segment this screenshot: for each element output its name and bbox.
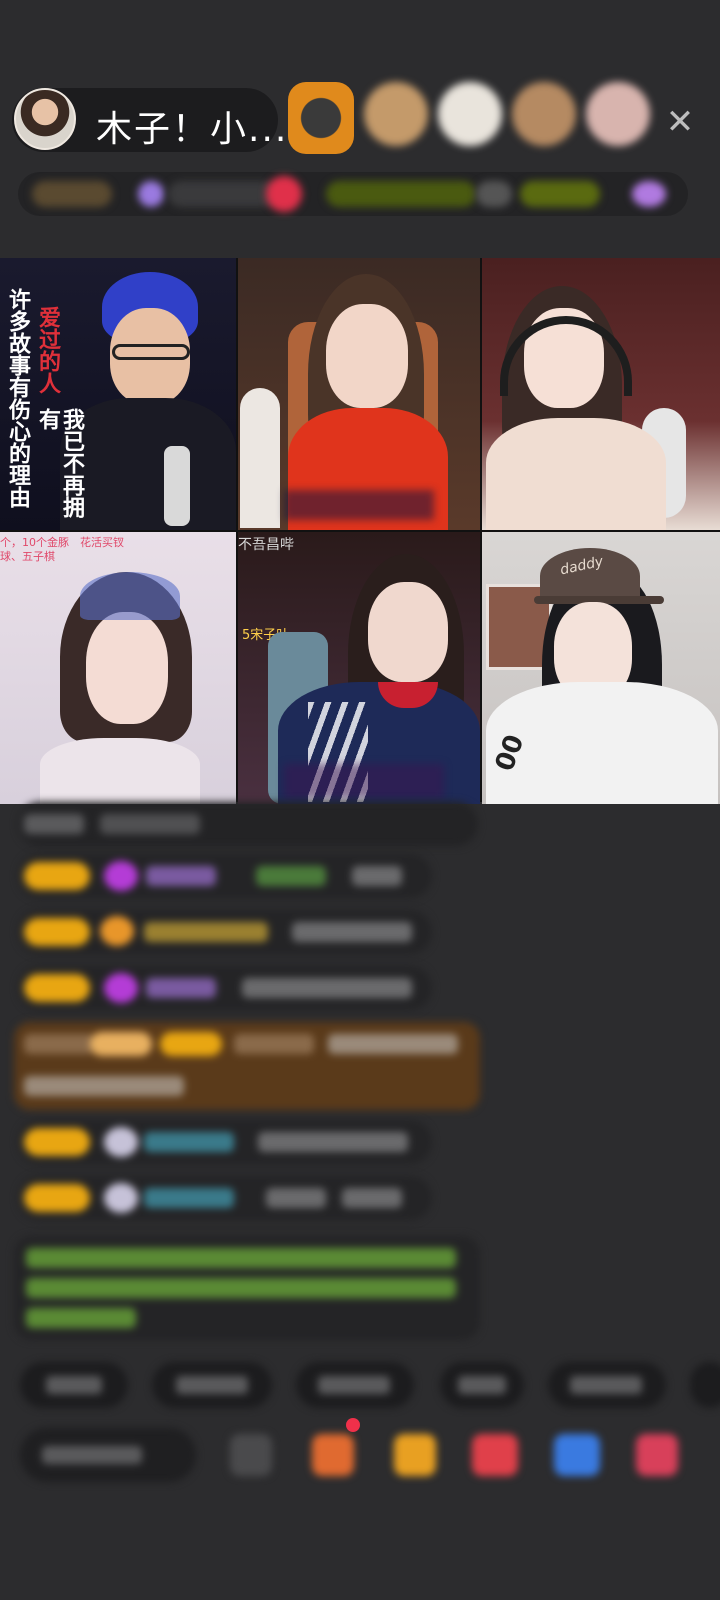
chat-message[interactable] — [18, 1120, 432, 1164]
lyric-line-highlight: 爱过的人 — [35, 306, 61, 394]
chat-message[interactable] — [18, 910, 432, 954]
chat-input[interactable] — [20, 1428, 196, 1482]
fans-club-icon[interactable] — [472, 1434, 518, 1476]
viewer-avatar[interactable] — [288, 82, 354, 154]
more-icon[interactable] — [636, 1434, 678, 1476]
notification-dot — [346, 1418, 360, 1432]
viewer-avatar[interactable] — [586, 82, 650, 146]
overlay-text: 不吾昌哔 — [238, 537, 294, 553]
emoji-icon[interactable] — [230, 1434, 272, 1476]
host-avatar[interactable] — [14, 88, 76, 150]
quick-reply-chip[interactable] — [548, 1362, 666, 1408]
room-tag-bar[interactable] — [18, 172, 688, 216]
game-icon[interactable] — [554, 1434, 600, 1476]
multi-guest-video-grid: 许多故事有伤心的理由 爱过的人 我已不再拥有 个，10个金豚 花活买钗 球、五子… — [0, 258, 720, 804]
chat-message[interactable] — [18, 854, 432, 898]
guest-video-tile[interactable]: 许多故事有伤心的理由 爱过的人 我已不再拥有 — [0, 258, 236, 530]
guest-video-tile[interactable]: 不吾昌哔 5宋子叶 — [238, 532, 480, 804]
chat-message[interactable] — [18, 966, 432, 1010]
quick-reply-chip[interactable] — [20, 1362, 128, 1408]
gift-icon[interactable] — [394, 1434, 436, 1476]
lyric-line: 我已不再拥有 — [35, 408, 85, 518]
viewer-avatar[interactable] — [364, 82, 428, 146]
viewer-list — [288, 82, 650, 158]
system-notice-message — [14, 1236, 480, 1340]
guest-video-tile[interactable]: 个，10个金豚 花活买钗 球、五子棋 — [0, 532, 236, 804]
overlay-text: 球、五子棋 — [0, 550, 55, 563]
viewer-avatar[interactable] — [512, 82, 576, 146]
chat-message[interactable] — [18, 802, 478, 846]
gift-box-icon[interactable] — [312, 1434, 354, 1476]
highlight-message[interactable] — [14, 1022, 480, 1110]
quick-reply-chip[interactable] — [690, 1362, 720, 1408]
quick-reply-chip[interactable] — [296, 1362, 414, 1408]
chat-message[interactable] — [18, 1176, 432, 1220]
close-icon[interactable]: ✕ — [660, 102, 700, 142]
lyric-line: 许多故事有伤心的理由 — [5, 288, 31, 508]
viewer-avatar[interactable] — [438, 82, 502, 146]
quick-reply-chip[interactable] — [440, 1362, 524, 1408]
guest-video-tile[interactable]: daddy 00 — [482, 532, 720, 804]
host-name[interactable]: 木子！小... — [96, 100, 288, 152]
quick-reply-chip[interactable] — [152, 1362, 272, 1408]
guest-video-tile[interactable] — [238, 258, 480, 530]
guest-video-tile[interactable] — [482, 258, 720, 530]
